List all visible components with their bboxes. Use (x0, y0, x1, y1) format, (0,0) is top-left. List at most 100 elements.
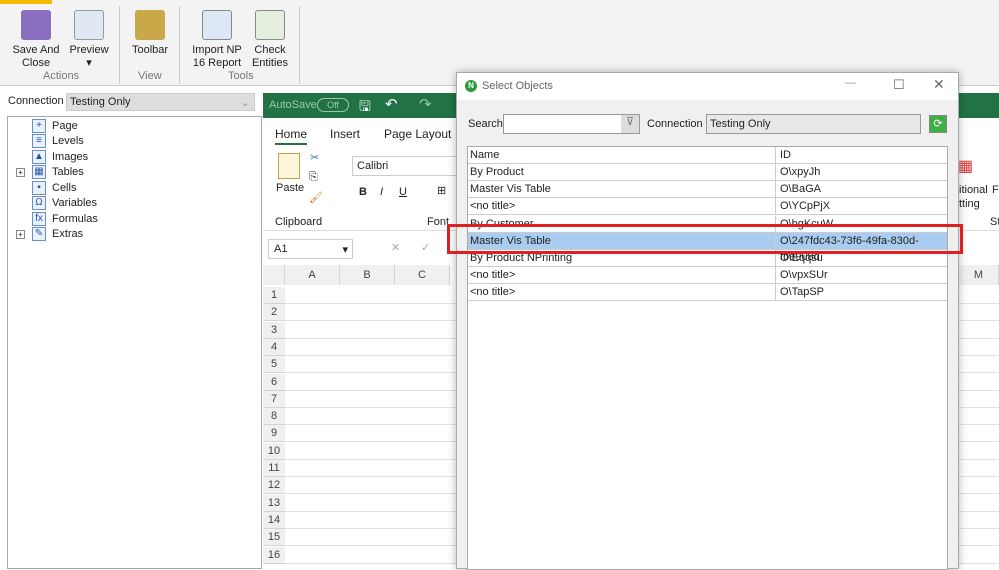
column-header[interactable]: M (959, 265, 999, 285)
variables-icon: Ω (32, 196, 46, 210)
cancel-icon[interactable]: ✕ (391, 241, 400, 254)
toolbar-button[interactable]: Toolbar (126, 10, 174, 57)
tree-item-tables[interactable]: + ▦ Tables (16, 165, 84, 180)
autosave-toggle[interactable]: Off (317, 98, 349, 112)
close-icon[interactable]: ✕ (933, 76, 945, 93)
file-tab[interactable] (0, 0, 52, 4)
preview-icon (74, 10, 104, 40)
tab-home[interactable]: Home (275, 127, 308, 145)
column-header[interactable]: A (285, 265, 340, 285)
expand-icon[interactable]: + (16, 229, 25, 239)
images-icon: ▲ (32, 149, 46, 164)
format-painter-icon[interactable]: 🖌 (309, 191, 323, 204)
connection-row: Connection Testing Only ⌄ (0, 92, 262, 112)
tab-insert[interactable]: Insert (330, 127, 360, 141)
row-header[interactable]: 4 (263, 338, 285, 356)
minimize-icon[interactable]: — (845, 77, 856, 89)
row-header[interactable]: 6 (263, 373, 285, 391)
paste-label[interactable]: Paste (276, 182, 304, 194)
divider (119, 6, 120, 84)
table-row[interactable]: Master Vis Table O\BaGA (468, 181, 947, 199)
font-group-label: Font (427, 216, 450, 228)
tree-item-page[interactable]: + Page (16, 118, 78, 133)
check-entities-button[interactable]: Check Entities (248, 10, 292, 70)
tree-item-levels[interactable]: ≡ Levels (16, 134, 84, 149)
tab-page-layout[interactable]: Page Layout (384, 127, 451, 141)
select-all[interactable] (263, 265, 285, 285)
table-row[interactable]: <no title> O\YCpPjX (468, 198, 947, 216)
cut-icon[interactable]: ✂ (310, 151, 319, 164)
table-row[interactable]: <no title> O\vpxSUr (468, 267, 947, 285)
name-box[interactable]: A1 ▾ (268, 239, 353, 259)
tree-item-formulas[interactable]: fx Formulas (16, 211, 98, 226)
row-header[interactable]: 13 (263, 494, 285, 512)
refresh-icon[interactable]: ⟳ (929, 115, 947, 133)
expand-icon[interactable]: + (16, 167, 25, 177)
row-id: O\vpxSUr (780, 269, 828, 282)
copy-icon[interactable]: ⎘ (309, 171, 318, 184)
tree-item-variables[interactable]: Ω Variables (16, 196, 97, 211)
tree-item-images[interactable]: ▲ Images (16, 149, 88, 164)
row-header[interactable]: 11 (263, 460, 285, 477)
connection-field: Testing Only (706, 114, 921, 134)
clipboard-group-label: Clipboard (275, 216, 323, 228)
redo-icon[interactable]: ↷ (419, 95, 432, 113)
row-header[interactable]: 5 (263, 356, 285, 374)
save-and-close-button[interactable]: Save And Close (8, 10, 64, 70)
divider (299, 6, 300, 84)
search-label: Search (468, 118, 503, 130)
font-name-select[interactable]: Calibri (352, 156, 462, 176)
import-np16-report-button[interactable]: Import NP 16 Report (188, 10, 246, 70)
chevron-down-icon: ⌄ (240, 97, 250, 109)
column-header[interactable]: B (340, 265, 395, 285)
maximize-icon[interactable]: ☐ (893, 77, 905, 93)
row-header[interactable]: 16 (263, 546, 285, 564)
levels-icon: ≡ (32, 134, 46, 148)
row-header[interactable]: 1 (263, 287, 285, 304)
row-header[interactable]: 2 (263, 304, 285, 322)
row-header[interactable]: 8 (263, 408, 285, 426)
filter-icon[interactable]: ⊽ (621, 115, 639, 133)
table-row[interactable]: By Product O\xpyJh (468, 164, 947, 181)
row-name: By Product (470, 164, 776, 181)
row-header[interactable]: 7 (263, 390, 285, 408)
italic-button[interactable]: I (380, 186, 383, 198)
preview-button[interactable]: Preview ▾ (64, 10, 114, 70)
connection-label: Connection (647, 118, 703, 130)
row-header[interactable]: 15 (263, 529, 285, 547)
enter-icon[interactable]: ✓ (421, 241, 430, 254)
objects-table: Name ID By Product O\xpyJh Master Vis Table O… (467, 146, 948, 570)
cells-icon: ▪ (32, 180, 46, 195)
save-icon[interactable]: 🖫 (359, 96, 371, 120)
group-tools: Tools (228, 70, 254, 82)
autosave-label: AutoSave (269, 99, 317, 111)
table-row[interactable]: <no title> O\TapSP (468, 284, 947, 302)
conditional-formatting-icon[interactable]: ▦ (958, 156, 973, 176)
row-header[interactable]: 9 (263, 425, 285, 443)
connection-select[interactable]: Testing Only ⌄ (66, 93, 255, 111)
underline-button[interactable]: U (399, 186, 407, 198)
row-header[interactable]: 14 (263, 511, 285, 529)
undo-icon[interactable]: ↶ (385, 95, 398, 113)
extras-icon: ✎ (32, 227, 46, 241)
tree-item-cells[interactable]: ▪ Cells (16, 180, 76, 195)
row-id: O\TapSP (780, 286, 825, 299)
row-id: O\BaGA (780, 183, 821, 196)
tree-item-extras[interactable]: + ✎ Extras (16, 227, 83, 242)
dialog-title-bar: N Select Objects — ☐ ✕ (457, 73, 958, 100)
page-icon: + (32, 118, 46, 133)
bold-button[interactable]: B (359, 186, 367, 198)
row-header[interactable]: 3 (263, 321, 285, 339)
import-icon (202, 10, 232, 40)
table-header: Name ID (468, 147, 947, 164)
row-name: <no title> (470, 267, 776, 285)
paste-icon[interactable] (278, 153, 300, 179)
borders-icon[interactable]: ⊞ (437, 184, 446, 197)
column-name[interactable]: Name (470, 147, 776, 164)
row-header[interactable]: 12 (263, 477, 285, 495)
search-input[interactable]: ⊽ (503, 114, 640, 134)
column-header[interactable]: C (395, 265, 450, 285)
row-header[interactable]: 10 (263, 442, 285, 460)
nprinting-logo-icon: N (465, 80, 477, 92)
column-id[interactable]: ID (780, 147, 791, 163)
